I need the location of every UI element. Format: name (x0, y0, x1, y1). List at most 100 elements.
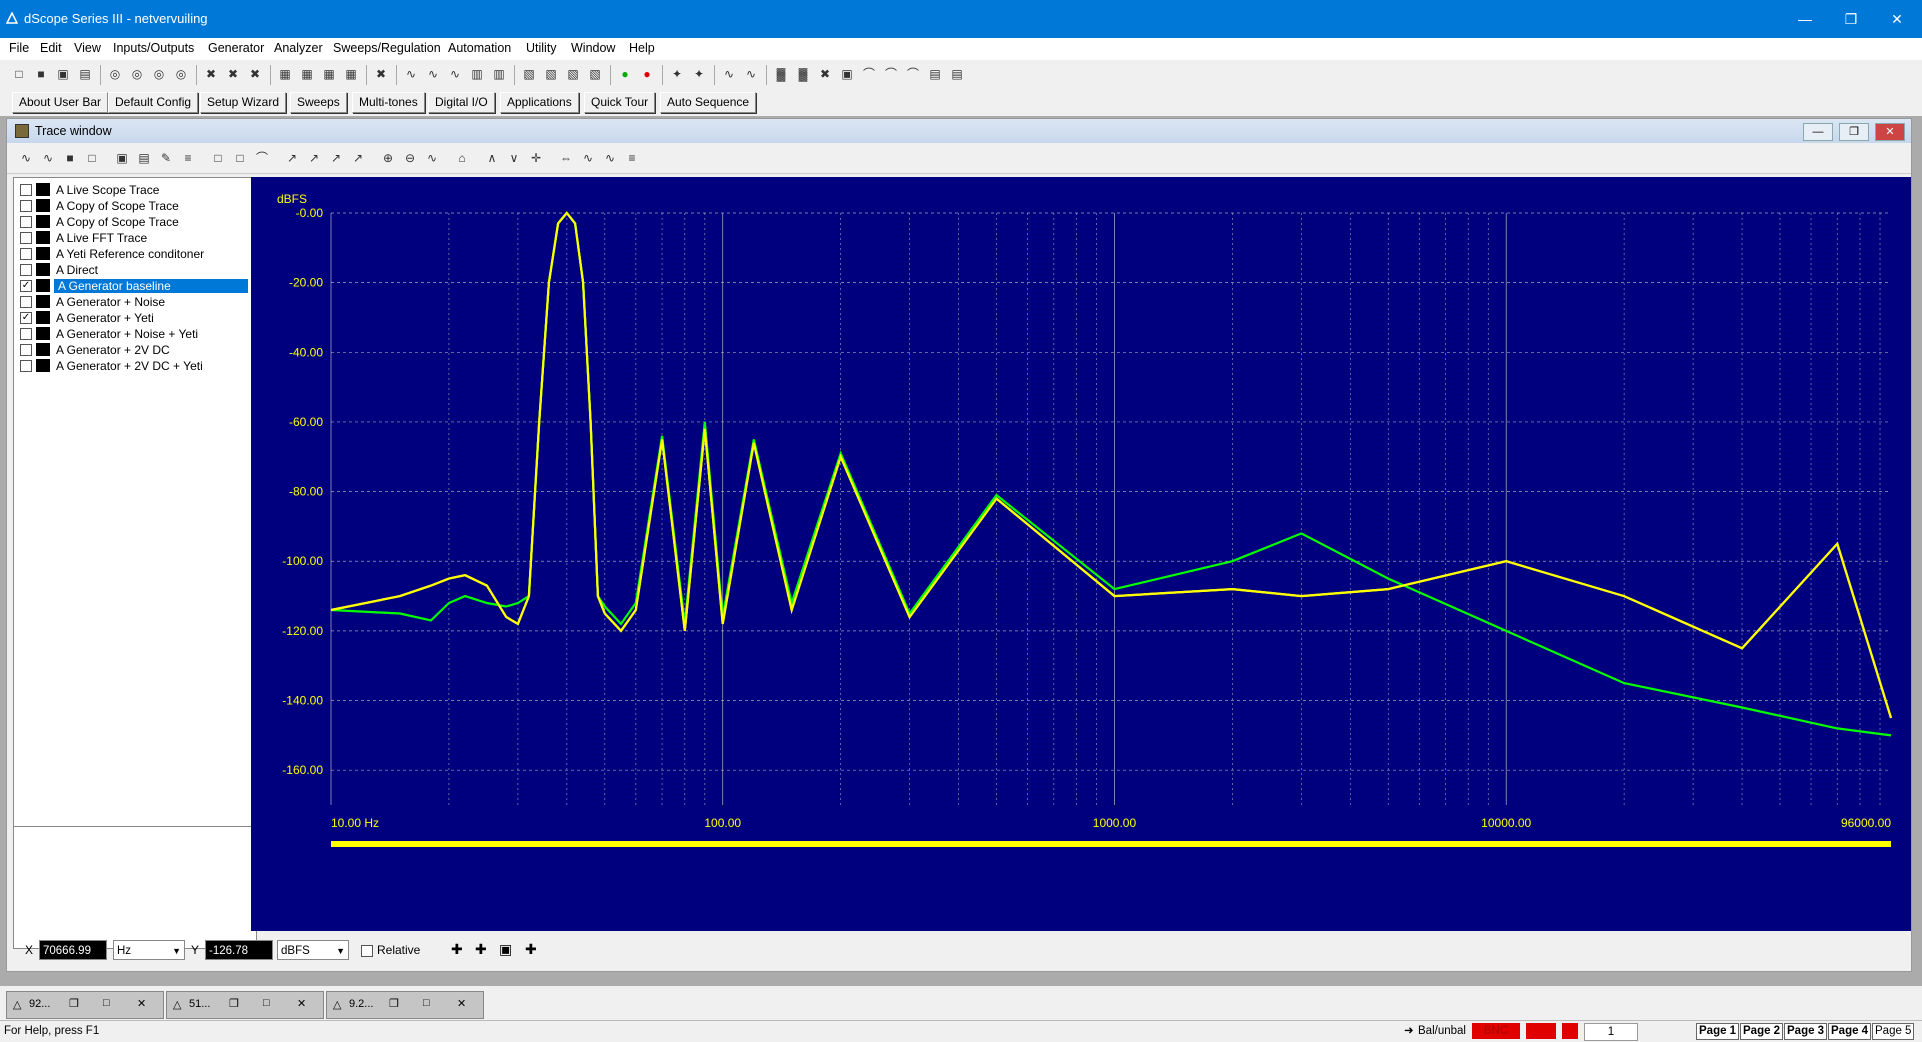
trace-window-titlebar[interactable]: Trace window — ❐ ✕ (7, 119, 1911, 143)
cursor-peak-icon[interactable]: ✚ (525, 941, 537, 958)
maximize-icon[interactable]: □ (103, 997, 110, 1009)
default-config-button[interactable]: Default Config (108, 92, 199, 113)
trace-checkbox[interactable] (20, 216, 32, 228)
trace-row[interactable]: A Generator + Noise (20, 294, 250, 310)
maximize-icon[interactable]: □ (263, 997, 270, 1009)
spectrum-graph[interactable]: -0.00 -20.00 -40.00 -60.00 -80.00 -100.00 -120… (251, 177, 1911, 931)
trace-checkbox[interactable] (20, 200, 32, 212)
save-file-icon[interactable]: ▣ (54, 65, 72, 83)
menu-utility[interactable]: Utility (526, 41, 557, 55)
relative-checkbox[interactable] (361, 945, 373, 957)
curve-1-icon[interactable]: ⌒ (860, 65, 878, 83)
trace-checkbox[interactable] (20, 264, 32, 276)
fft-1-icon[interactable]: ▥ (468, 65, 486, 83)
page-1-button[interactable]: Page 1 (1696, 1023, 1740, 1040)
quick-tour-button[interactable]: Quick Tour (584, 92, 656, 113)
copy-trace-icon[interactable]: □ (83, 149, 101, 167)
wave-b-icon[interactable]: ∿ (601, 149, 619, 167)
restore-button[interactable]: ❐ (1828, 0, 1874, 38)
cursor-x-unit-select[interactable]: Hz ▼ (113, 940, 185, 960)
trace-row[interactable]: A Yeti Reference conditoner (20, 246, 250, 262)
in-1-icon[interactable]: ▦ (276, 65, 294, 83)
stop-icon[interactable]: ✖ (372, 65, 390, 83)
in-2-icon[interactable]: ▦ (298, 65, 316, 83)
menu-help[interactable]: Help (629, 41, 655, 55)
trace-row[interactable]: A Live FFT Trace (20, 230, 250, 246)
scope-trace-icon[interactable]: ∿ (17, 149, 35, 167)
scope-1-icon[interactable]: ∿ (402, 65, 420, 83)
new-file-icon[interactable]: □ (10, 65, 28, 83)
multi-tones-button[interactable]: Multi-tones (352, 92, 425, 113)
close-button[interactable]: ✕ (1874, 0, 1920, 38)
meter-4-icon[interactable]: ▧ (586, 65, 604, 83)
chart-1-icon[interactable]: ▣ (838, 65, 856, 83)
out-2-icon[interactable]: ◎ (128, 65, 146, 83)
table-view-icon[interactable]: ▤ (135, 149, 153, 167)
menu-view[interactable]: View (74, 41, 101, 55)
close-icon[interactable]: ✕ (457, 997, 466, 1010)
trace-window-close-button[interactable]: ✕ (1875, 123, 1905, 141)
bar-2-icon[interactable]: ▓ (794, 65, 812, 83)
record-icon[interactable]: ● (638, 65, 656, 83)
open-file-icon[interactable]: ■ (32, 65, 50, 83)
list-trace-icon[interactable]: ≡ (179, 149, 197, 167)
graph-view-icon[interactable]: ▣ (113, 149, 131, 167)
trace-row[interactable]: A Generator + 2V DC (20, 342, 250, 358)
meter-1-icon[interactable]: ▧ (520, 65, 538, 83)
menu-automation[interactable]: Automation (448, 41, 511, 55)
save-all-icon[interactable]: ▤ (76, 65, 94, 83)
restore-icon[interactable]: ❐ (69, 997, 79, 1010)
trace-checkbox[interactable] (20, 328, 32, 340)
menu-inputs-outputs[interactable]: Inputs/Outputs (113, 41, 194, 55)
gen-2-icon[interactable]: ✖ (224, 65, 242, 83)
trace-row[interactable]: A Live Scope Trace (20, 182, 250, 198)
auto-sequence-button[interactable]: Auto Sequence (660, 92, 757, 113)
align-icon[interactable]: ⇔ (557, 149, 575, 167)
zoom-x-icon[interactable]: □ (209, 149, 227, 167)
cursor-x-value[interactable]: 70666.99 (39, 940, 107, 960)
cursor-c-icon[interactable]: ↗ (327, 149, 345, 167)
wave-a-icon[interactable]: ∿ (579, 149, 597, 167)
run-icon[interactable]: ● (616, 65, 634, 83)
menu-analyzer[interactable]: Analyzer (274, 41, 323, 55)
gen-3-icon[interactable]: ✖ (246, 65, 264, 83)
restore-icon[interactable]: ❐ (389, 997, 399, 1010)
restore-icon[interactable]: ❐ (229, 997, 239, 1010)
trace-row[interactable]: A Direct (20, 262, 250, 278)
peak-icon[interactable]: ∧ (483, 149, 501, 167)
fft-2-icon[interactable]: ▥ (490, 65, 508, 83)
in-3-icon[interactable]: ▦ (320, 65, 338, 83)
measure-1-icon[interactable]: ✦ (668, 65, 686, 83)
fft-trace-icon[interactable]: ∿ (39, 149, 57, 167)
scope-2-icon[interactable]: ∿ (424, 65, 442, 83)
trace-checkbox[interactable]: ✓ (20, 280, 32, 292)
menu-sweeps-regulation[interactable]: Sweeps/Regulation (333, 41, 441, 55)
applications-button[interactable]: Applications (500, 92, 579, 113)
smooth-icon[interactable]: ∿ (423, 149, 441, 167)
sweeps-button[interactable]: Sweeps (290, 92, 347, 113)
page-2-button[interactable]: Page 2 (1740, 1023, 1784, 1040)
cursor-d-icon[interactable]: ↗ (349, 149, 367, 167)
zoom-y-icon[interactable]: □ (231, 149, 249, 167)
trace-row[interactable]: ✓ A Generator + Yeti (20, 310, 250, 326)
out-3-icon[interactable]: ◎ (150, 65, 168, 83)
trace-window-minimize-button[interactable]: — (1803, 123, 1833, 141)
track-icon[interactable]: ✛ (527, 149, 545, 167)
bar-1-icon[interactable]: ▓ (772, 65, 790, 83)
doc-2-icon[interactable]: ▤ (948, 65, 966, 83)
in-4-icon[interactable]: ▦ (342, 65, 360, 83)
cross-1-icon[interactable]: ✖ (816, 65, 834, 83)
menu-file[interactable]: File (9, 41, 29, 55)
scope-3-icon[interactable]: ∿ (446, 65, 464, 83)
curve-3-icon[interactable]: ⌒ (904, 65, 922, 83)
save-trace-icon[interactable]: ■ (61, 149, 79, 167)
out-4-icon[interactable]: ◎ (172, 65, 190, 83)
trace-row[interactable]: A Generator + Noise + Yeti (20, 326, 250, 342)
menu-window[interactable]: Window (571, 41, 615, 55)
zoom-out-icon[interactable]: ⊖ (401, 149, 419, 167)
trace-checkbox[interactable]: ✓ (20, 312, 32, 324)
page-3-button[interactable]: Page 3 (1784, 1023, 1828, 1040)
wave-c-icon[interactable]: ≡ (623, 149, 641, 167)
wave-1-icon[interactable]: ∿ (720, 65, 738, 83)
wave-2-icon[interactable]: ∿ (742, 65, 760, 83)
